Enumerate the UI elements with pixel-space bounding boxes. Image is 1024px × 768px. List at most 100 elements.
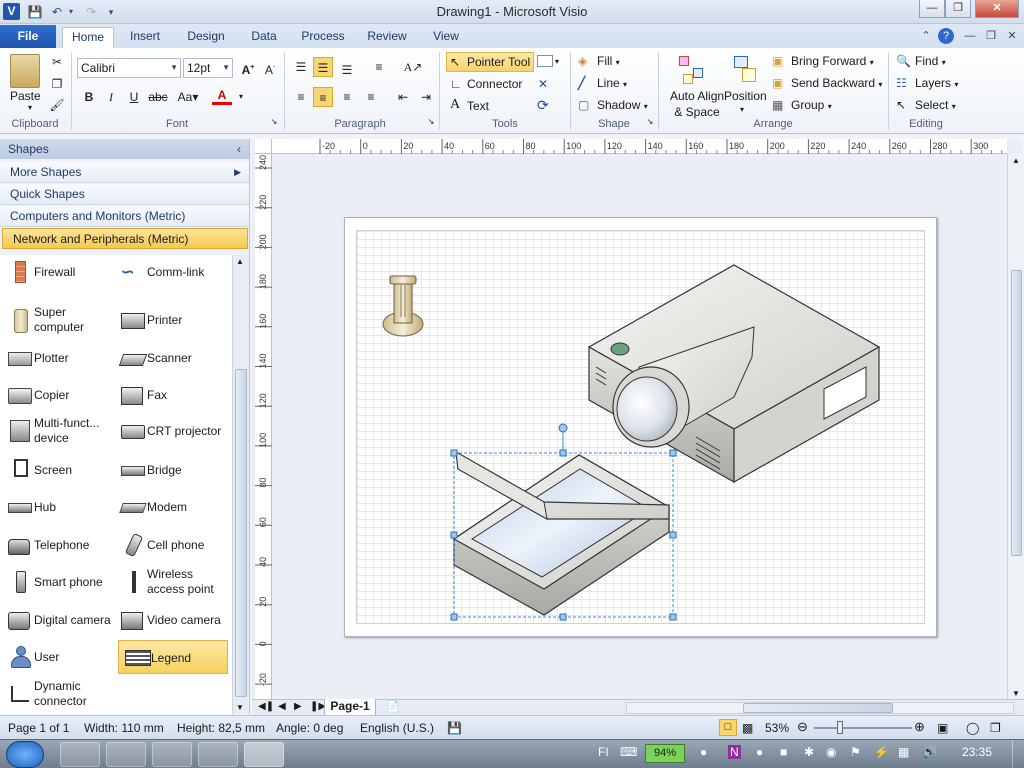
zoom-level[interactable]: 53% xyxy=(765,721,789,735)
onenote-icon[interactable]: N xyxy=(728,745,741,759)
shape-plotter[interactable]: Plotter xyxy=(2,341,112,375)
align-top-icon[interactable]: ☰ xyxy=(291,57,311,77)
shape-firewall[interactable]: Firewall xyxy=(2,255,112,289)
shape-user[interactable]: User xyxy=(2,640,112,674)
copy-icon[interactable]: ❐ xyxy=(47,74,67,94)
shape-modem[interactable]: Modem xyxy=(115,490,225,524)
tray-app-icon[interactable]: ● xyxy=(700,745,707,759)
taskbar-media-player-icon[interactable] xyxy=(152,742,192,767)
cut-icon[interactable]: ✂ xyxy=(47,52,67,72)
justify-icon[interactable]: ≡ xyxy=(361,87,381,107)
paragraph-dialog-launcher-icon[interactable]: ↘ xyxy=(425,116,437,128)
keyboard-icon[interactable]: ⌨ xyxy=(620,745,637,759)
tab-process[interactable]: Process xyxy=(298,27,348,48)
tab-review[interactable]: Review xyxy=(364,27,410,48)
status-height[interactable]: Height: 82,5 mm xyxy=(177,721,265,735)
stencil-computers-monitors[interactable]: Computers and Monitors (Metric) xyxy=(0,206,249,227)
canvas-vertical-scroll-thumb[interactable] xyxy=(1011,270,1022,556)
shadow-button[interactable]: Shadow ▾ xyxy=(597,97,648,115)
horizontal-ruler[interactable]: -20 0 20 40 60 80 100 120 140 160 180 200 220 240 260 2… xyxy=(272,139,1007,154)
font-size-select[interactable]: 12pt ▼ xyxy=(183,58,233,78)
tab-page-1[interactable]: Page-1 xyxy=(324,699,376,716)
shapes-tool-dropdown-icon[interactable]: ▾ xyxy=(555,54,559,70)
switch-windows-icon[interactable]: ❐ xyxy=(990,721,1001,735)
text-tool-button[interactable]: Text xyxy=(467,98,489,114)
shape-super-computer[interactable]: Super computer xyxy=(2,303,112,337)
scanner-shape[interactable] xyxy=(452,450,671,616)
shape-wireless-access-point[interactable]: Wireless access point xyxy=(115,565,225,599)
increase-indent-icon[interactable]: ⇥ xyxy=(416,87,436,107)
shape-fax[interactable]: Fax xyxy=(115,378,225,412)
bluetooth-icon[interactable]: ✱ xyxy=(804,745,814,759)
volume-icon[interactable]: 🔊 xyxy=(922,745,937,759)
collapse-panel-icon[interactable]: ‹ xyxy=(237,139,241,159)
font-color-icon[interactable]: A xyxy=(212,87,232,105)
change-case-icon[interactable]: Aa▾ xyxy=(174,87,202,107)
scroll-up-icon[interactable]: ▲ xyxy=(1012,156,1020,165)
clock[interactable]: 23:35 xyxy=(962,745,992,759)
shape-dialog-launcher-icon[interactable]: ↘ xyxy=(644,116,656,128)
font-family-select[interactable]: Calibri ▼ xyxy=(77,58,181,78)
tray-icon-4[interactable]: ◉ xyxy=(826,745,836,759)
taskbar-ie-icon[interactable] xyxy=(60,742,100,767)
rotate-text-icon[interactable]: ⟳ xyxy=(537,97,549,113)
shape-scanner[interactable]: Scanner xyxy=(115,341,225,375)
zoom-slider-track[interactable] xyxy=(814,727,912,729)
bold-icon[interactable]: B xyxy=(79,87,99,107)
power-icon[interactable]: ⚡ xyxy=(874,745,889,759)
close-button[interactable]: ✕ xyxy=(975,0,1019,18)
italic-icon[interactable]: I xyxy=(101,87,121,107)
super-computer-shape[interactable] xyxy=(382,275,424,337)
format-painter-icon[interactable]: 🖌 xyxy=(47,95,67,115)
layers-button[interactable]: Layers ▾ xyxy=(915,75,958,93)
paste-icon[interactable] xyxy=(10,54,40,88)
position-button[interactable]: Position xyxy=(724,88,767,104)
status-language[interactable]: English (U.S.) xyxy=(360,721,434,735)
connector-tool-button[interactable]: Connector xyxy=(467,76,522,92)
shape-comm-link[interactable]: ∽ Comm-link xyxy=(115,255,225,289)
tray-icon-2[interactable]: ● xyxy=(756,745,763,759)
strikethrough-icon[interactable]: abc xyxy=(148,87,168,107)
insert-page-icon[interactable]: 📄 xyxy=(386,700,400,713)
status-page[interactable]: Page 1 of 1 xyxy=(8,721,69,735)
stencil-network-peripherals[interactable]: Network and Peripherals (Metric) xyxy=(2,228,248,249)
shape-smart-phone[interactable]: Smart phone xyxy=(2,565,112,599)
doc-restore-icon[interactable]: ❐ xyxy=(983,28,999,44)
previous-page-icon[interactable]: ◀ xyxy=(278,701,286,712)
shape-list-scroll-thumb[interactable] xyxy=(235,369,247,697)
pan-zoom-icon[interactable]: ◯ xyxy=(966,721,979,735)
crt-projector-shape[interactable] xyxy=(587,264,881,484)
position-dropdown-icon[interactable]: ▾ xyxy=(740,102,744,118)
grow-font-icon[interactable]: A+ xyxy=(238,58,258,78)
fill-button[interactable]: Fill ▾ xyxy=(597,53,620,71)
scroll-down-icon[interactable]: ▼ xyxy=(236,703,244,712)
font-color-dropdown-icon[interactable]: ▾ xyxy=(231,87,251,107)
shape-list-scrollbar[interactable]: ▲ ▼ xyxy=(232,255,249,714)
paste-dropdown-icon[interactable]: ▾ xyxy=(28,100,32,116)
presentation-mode-icon[interactable]: ▩ xyxy=(742,721,753,735)
scroll-up-icon[interactable]: ▲ xyxy=(236,257,244,266)
shape-copier[interactable]: Copier xyxy=(2,378,112,412)
minimize-button[interactable]: — xyxy=(919,0,945,18)
shrink-font-icon[interactable]: A- xyxy=(260,58,280,78)
select-button[interactable]: Select ▾ xyxy=(915,97,956,115)
show-desktop-button[interactable] xyxy=(1012,740,1024,768)
decrease-indent-icon[interactable]: ⇤ xyxy=(393,87,413,107)
help-icon[interactable]: ? xyxy=(938,28,954,44)
zoom-slider-thumb[interactable] xyxy=(837,721,843,734)
taskbar-explorer-icon[interactable] xyxy=(106,742,146,767)
input-language[interactable]: FI xyxy=(598,745,609,759)
taskbar-app-icon[interactable] xyxy=(198,742,238,767)
align-left-icon[interactable]: ≡ xyxy=(291,87,311,107)
align-right-icon[interactable]: ≡ xyxy=(337,87,357,107)
align-center-icon[interactable]: ≡ xyxy=(313,87,333,107)
shape-cell-phone[interactable]: Cell phone xyxy=(115,528,225,562)
tray-icon-3[interactable]: ■ xyxy=(780,745,787,759)
align-bottom-icon[interactable]: ☰ xyxy=(337,60,357,80)
text-direction-icon[interactable]: A↗ xyxy=(403,57,423,77)
shape-crt-projector[interactable]: CRT projector xyxy=(115,414,225,448)
macro-record-icon[interactable]: 💾 xyxy=(447,721,462,735)
collapse-ribbon-icon[interactable]: ⌃ xyxy=(918,28,934,44)
line-button[interactable]: Line ▾ xyxy=(597,75,627,93)
bullets-icon[interactable]: ≡ xyxy=(369,57,389,77)
